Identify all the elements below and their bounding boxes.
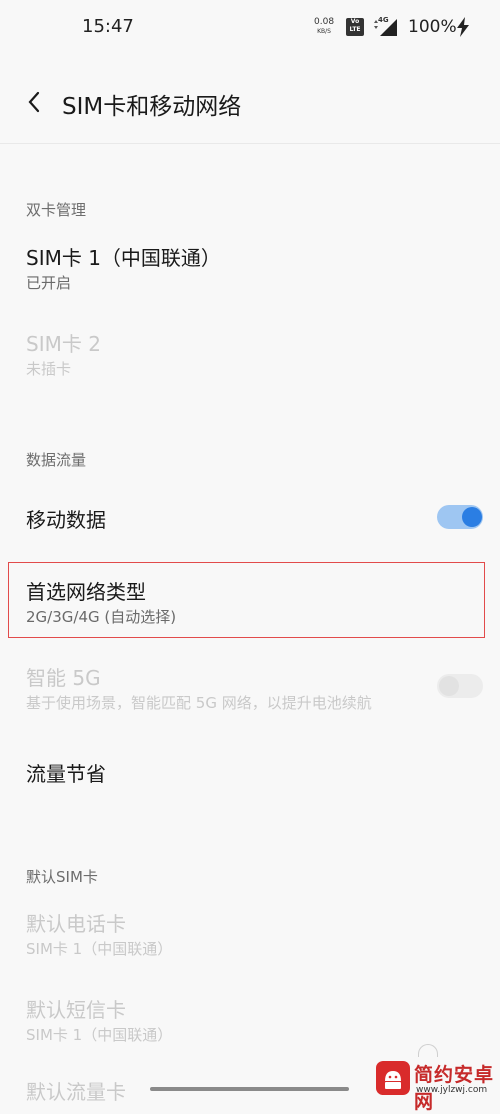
sim2-title: SIM卡 2 [26,332,101,356]
default-call-sim-value: SIM卡 1（中国联通） [26,940,173,958]
watermark-url: www.jylzwj.com [416,1085,488,1095]
smart-5g-description: 基于使用场景，智能匹配 5G 网络，以提升电池续航 [26,694,372,712]
back-arrow-icon[interactable] [26,90,42,114]
default-call-sim-item: 默认电话卡 SIM卡 1（中国联通） [0,902,500,966]
network-type-label: 4G [378,16,389,24]
section-default-sim: 默认SIM卡 [26,868,98,886]
battery-percent: 100% [408,17,457,37]
mobile-data-toggle[interactable] [437,505,483,529]
mobile-data-item[interactable]: 移动数据 [0,496,500,540]
sim2-status: 未插卡 [26,360,72,378]
data-saver-item[interactable]: 流量节省 [0,750,500,794]
section-dual-sim: 双卡管理 [26,201,87,219]
network-speed-unit: KB/S [317,28,331,35]
smart-5g-title: 智能 5G [26,666,101,690]
signal-icon: 4G [372,16,398,37]
watermark-ring-icon [418,1044,438,1057]
smart-5g-toggle [437,674,483,698]
page-title: SIM卡和移动网络 [62,94,242,120]
app-header: SIM卡和移动网络 [0,72,500,132]
default-data-sim-title: 默认流量卡 [26,1080,126,1104]
highlight-box [8,562,485,638]
default-sms-sim-title: 默认短信卡 [26,998,126,1022]
sim1-status: 已开启 [26,274,72,292]
charging-icon [456,17,470,37]
sim1-item[interactable]: SIM卡 1（中国联通） 已开启 [0,236,500,300]
status-time: 15:47 [82,16,134,37]
section-data-traffic: 数据流量 [26,451,87,469]
smart-5g-item: 智能 5G 基于使用场景，智能匹配 5G 网络，以提升电池续航 [0,654,500,718]
data-saver-title: 流量节省 [26,762,106,786]
default-sms-sim-item: 默认短信卡 SIM卡 1（中国联通） [0,988,500,1052]
watermark-logo-icon [376,1061,410,1095]
sim2-item: SIM卡 2 未插卡 [0,322,500,386]
watermark: 简约安卓网 www.jylzwj.com [372,1057,498,1113]
default-call-sim-title: 默认电话卡 [26,912,126,936]
volte-icon: Vo LTE [346,18,364,36]
sim1-title: SIM卡 1（中国联通） [26,246,221,270]
home-indicator[interactable] [150,1087,349,1091]
default-sms-sim-value: SIM卡 1（中国联通） [26,1026,173,1044]
status-bar: 15:47 0.08 KB/S Vo LTE 4G 100% [0,0,500,56]
header-divider [0,143,500,144]
network-speed: 0.08 KB/S [314,18,334,36]
mobile-data-title: 移动数据 [26,508,106,532]
network-speed-value: 0.08 [314,17,335,27]
